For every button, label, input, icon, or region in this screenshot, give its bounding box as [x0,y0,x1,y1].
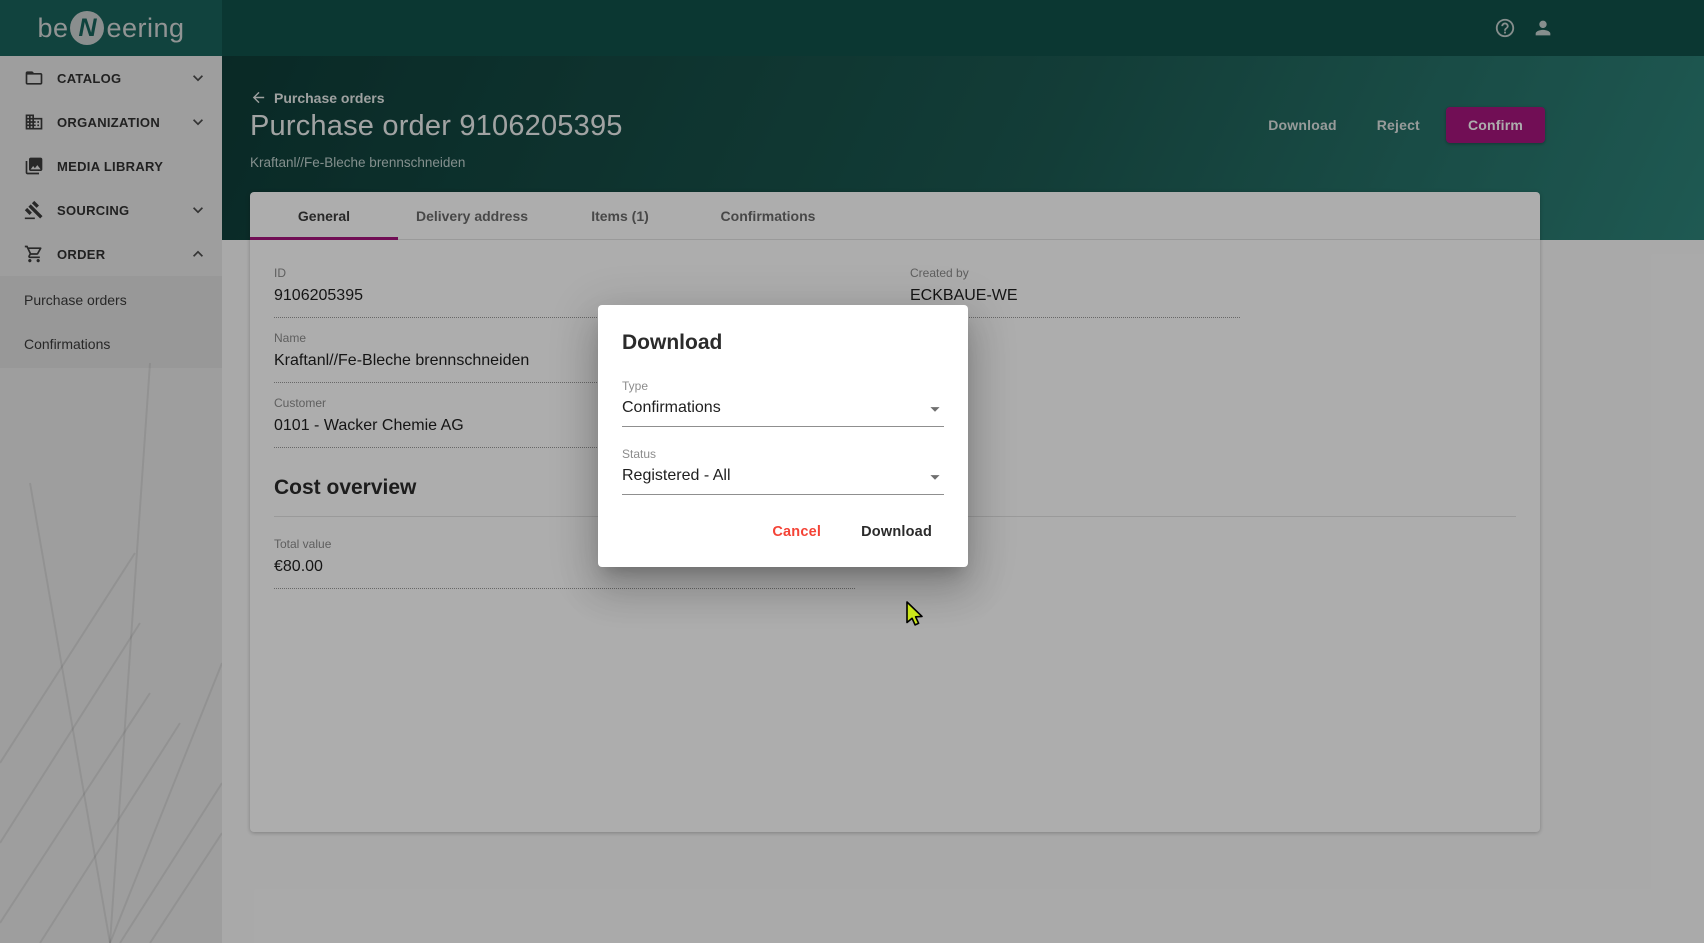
dialog-download-button[interactable]: Download [849,515,944,549]
select-value: Confirmations [622,399,944,427]
dropdown-caret-icon [924,466,946,488]
dialog-cancel-button[interactable]: Cancel [760,515,833,549]
dialog-actions: Cancel Download [760,515,944,549]
dropdown-caret-icon [924,398,946,420]
select-label: Type [622,379,944,393]
download-dialog: Download Type Confirmations Status Regis… [598,305,968,567]
dialog-title: Download [622,331,944,355]
select-label: Status [622,447,944,461]
status-select[interactable]: Status Registered - All [622,447,944,495]
type-select[interactable]: Type Confirmations [622,379,944,427]
select-value: Registered - All [622,467,944,495]
